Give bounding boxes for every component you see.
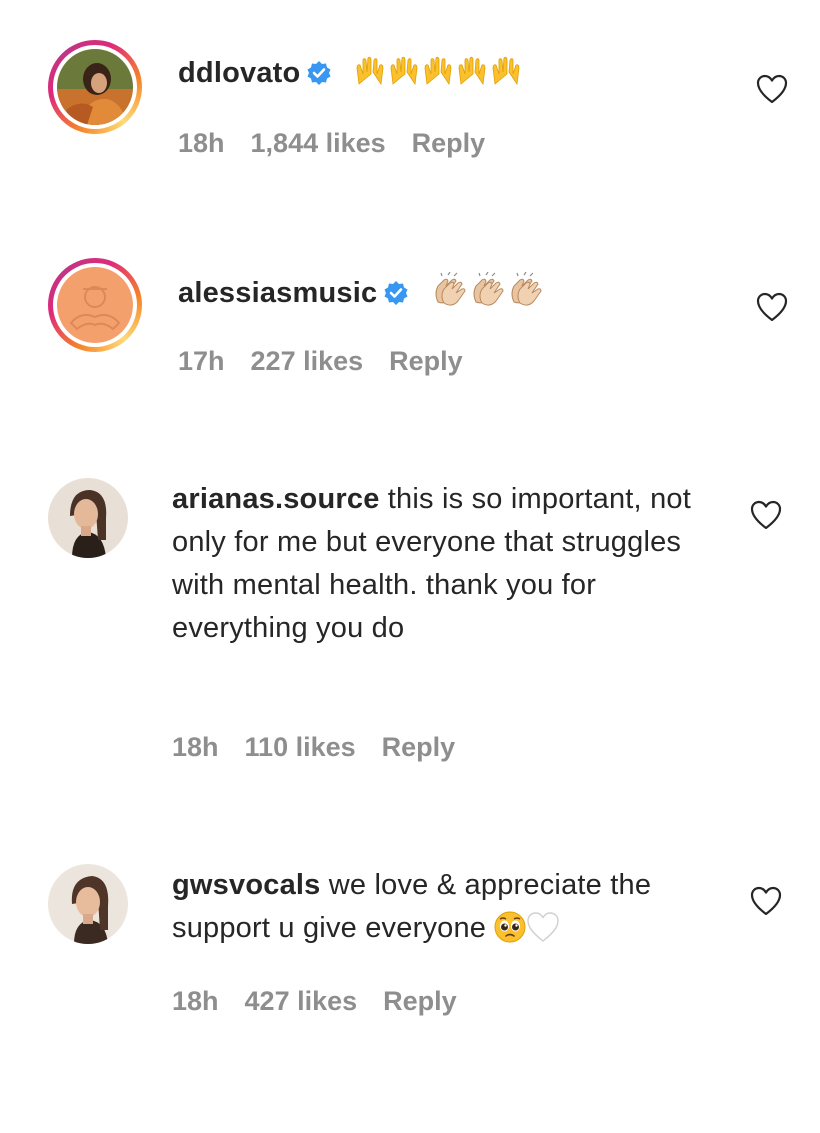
avatar-story-ring[interactable] bbox=[48, 40, 142, 134]
verified-badge-icon bbox=[306, 54, 332, 100]
reply-button[interactable]: Reply bbox=[382, 732, 456, 762]
comment-item: arianas.source this is so important, not… bbox=[0, 440, 820, 830]
raising-hands-icon bbox=[387, 54, 421, 102]
likes-count[interactable]: 1,844 likes bbox=[251, 128, 386, 158]
username[interactable]: arianas.source bbox=[172, 483, 380, 515]
raising-hands-icon bbox=[489, 54, 523, 102]
white-heart-icon bbox=[526, 911, 560, 956]
username[interactable]: ddlovato bbox=[178, 57, 300, 89]
comment-text: alessiasmusic bbox=[178, 270, 738, 322]
like-heart-icon[interactable] bbox=[750, 500, 782, 530]
likes-count[interactable]: 110 likes bbox=[245, 732, 356, 762]
like-heart-icon[interactable] bbox=[756, 74, 788, 104]
comment-text: gwsvocals we love & appreciate the suppo… bbox=[172, 864, 732, 956]
clapping-hands-icon bbox=[468, 271, 506, 322]
comment-meta: 18h 427 likes Reply bbox=[172, 986, 483, 1017]
comment-time: 17h bbox=[178, 346, 225, 376]
comment-time: 18h bbox=[172, 986, 219, 1016]
comment-item: gwsvocals we love & appreciate the suppo… bbox=[0, 830, 820, 1133]
avatar bbox=[57, 49, 133, 125]
reply-button[interactable]: Reply bbox=[383, 986, 457, 1016]
username[interactable]: alessiasmusic bbox=[178, 277, 377, 309]
comment-meta: 18h 110 likes Reply bbox=[172, 732, 481, 763]
likes-count[interactable]: 427 likes bbox=[245, 986, 358, 1016]
comment-time: 18h bbox=[178, 128, 225, 158]
emoji-group bbox=[421, 271, 543, 309]
comment-item: alessiasmusic 17h 227 likes Reply bbox=[0, 220, 820, 440]
comment-time: 18h bbox=[172, 732, 219, 762]
emoji-group bbox=[344, 56, 522, 89]
comment-text: ddlovato bbox=[178, 50, 738, 102]
username[interactable]: gwsvocals bbox=[172, 869, 321, 901]
verified-badge-icon bbox=[383, 274, 409, 320]
comment-item: ddlovato 18h 1,844 likes Reply bbox=[0, 0, 820, 220]
avatar bbox=[57, 267, 133, 343]
reply-button[interactable]: Reply bbox=[412, 128, 486, 158]
comment-text: arianas.source this is so important, not… bbox=[172, 478, 732, 650]
comment-meta: 18h 1,844 likes Reply bbox=[178, 128, 511, 159]
clapping-hands-icon bbox=[506, 271, 544, 322]
pleading-face-icon bbox=[494, 911, 526, 956]
avatar-story-ring[interactable] bbox=[48, 258, 142, 352]
avatar[interactable] bbox=[48, 478, 128, 558]
raising-hands-icon bbox=[455, 54, 489, 102]
clapping-hands-icon bbox=[430, 271, 468, 322]
avatar[interactable] bbox=[48, 864, 128, 944]
reply-button[interactable]: Reply bbox=[389, 346, 463, 376]
comment-meta: 17h 227 likes Reply bbox=[178, 346, 489, 377]
like-heart-icon[interactable] bbox=[750, 886, 782, 916]
likes-count[interactable]: 227 likes bbox=[251, 346, 364, 376]
like-heart-icon[interactable] bbox=[756, 292, 788, 322]
raising-hands-icon bbox=[421, 54, 455, 102]
raising-hands-icon bbox=[353, 54, 387, 102]
